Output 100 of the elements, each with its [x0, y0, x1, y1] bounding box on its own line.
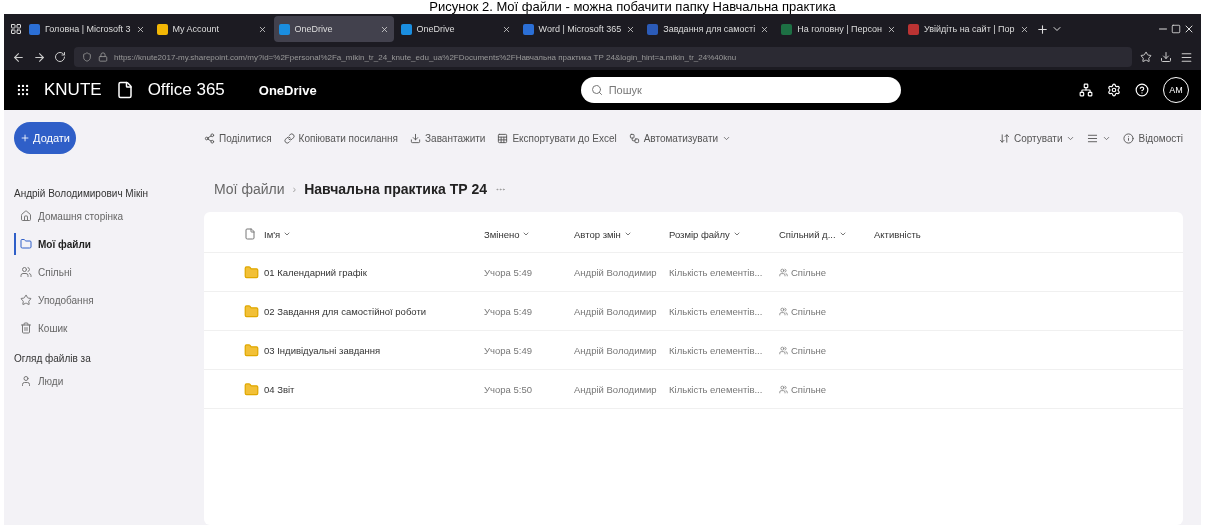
folder-icon — [244, 264, 259, 280]
new-button[interactable]: Додати — [14, 122, 76, 154]
shield-icon[interactable] — [82, 52, 92, 62]
tab-favicon-icon — [908, 23, 920, 35]
close-icon[interactable] — [135, 24, 145, 34]
org-logo-text: KNUTE — [44, 80, 102, 100]
download-icon — [410, 132, 422, 144]
table-cell-text: Кількість елементів... — [669, 383, 764, 395]
table-cell-text: Андрій Володимир — [574, 344, 658, 356]
table-cell-text: Кількість елементів... — [669, 305, 764, 317]
forward-icon[interactable] — [33, 50, 46, 64]
people-icon — [779, 306, 788, 316]
new-tab-icon[interactable] — [1035, 22, 1049, 36]
tab-favicon-icon — [647, 23, 659, 35]
close-icon[interactable] — [887, 24, 897, 34]
browser-tab[interactable]: OneDrive — [395, 16, 516, 42]
breadcrumb-link[interactable]: Навчальна практика ТР 24 — [304, 181, 487, 197]
close-icon[interactable] — [501, 24, 511, 34]
table-cell-text: Учора 5:49 — [484, 305, 533, 317]
help-icon[interactable] — [1135, 83, 1149, 97]
table-cell-text: Учора 5:49 — [484, 266, 533, 278]
close-icon[interactable] — [1183, 23, 1195, 35]
people-icon — [20, 266, 32, 278]
view-options-button[interactable] — [1087, 132, 1112, 144]
app-launcher-icon[interactable] — [16, 83, 30, 97]
chevron-down-icon — [522, 230, 531, 238]
chevron-down-icon — [283, 230, 292, 238]
command-button[interactable]: Експортувати до Excel — [497, 132, 617, 144]
command-button[interactable]: Автоматизувати — [628, 132, 732, 144]
bookmark-star-icon[interactable] — [1140, 51, 1152, 63]
breadcrumb-link[interactable]: Мої файли — [214, 181, 285, 197]
table-cell-text: Кількість елементів... — [669, 266, 764, 278]
column-header[interactable]: Автор змін — [574, 228, 669, 240]
close-icon[interactable] — [626, 24, 636, 34]
person-icon — [20, 375, 32, 387]
menu-icon[interactable] — [1180, 50, 1193, 64]
product-name: Office 365 — [147, 80, 225, 100]
back-icon[interactable] — [12, 50, 25, 64]
people-icon — [779, 345, 788, 355]
command-button[interactable]: Поділитися — [204, 132, 272, 144]
chevron-down-icon — [838, 230, 847, 238]
nav-item[interactable]: Люди — [14, 370, 194, 392]
share-icon — [204, 132, 215, 144]
search-field[interactable]: Пошук — [580, 77, 901, 103]
command-button[interactable]: Завантажити — [410, 132, 486, 144]
maximize-icon[interactable] — [1171, 24, 1181, 34]
chevron-down-icon — [732, 230, 741, 238]
search-icon — [590, 84, 603, 96]
file-type-icon — [244, 228, 256, 240]
column-header[interactable]: Змінено — [484, 228, 574, 240]
sharing-status: Спільне — [779, 383, 874, 395]
chevron-down-icon — [623, 230, 632, 238]
settings-icon[interactable] — [1107, 83, 1121, 97]
download-icon[interactable] — [1160, 51, 1172, 63]
browser-tab[interactable]: Завдання для самості — [642, 16, 775, 42]
file-name[interactable]: 04 Звіт — [264, 383, 484, 395]
lock-icon[interactable] — [98, 52, 108, 62]
command-button[interactable]: Копіювати посилання — [283, 132, 399, 144]
sharing-status: Спільне — [779, 305, 874, 317]
app-name[interactable]: OneDrive — [258, 82, 317, 98]
browser-tab[interactable]: Увійдіть на сайт | Пор — [903, 16, 1034, 42]
file-name[interactable]: 01 Календарний графік — [264, 266, 484, 278]
close-icon[interactable] — [1019, 24, 1029, 34]
file-name[interactable]: 02 Завдання для самостійної роботи — [264, 305, 484, 317]
nav-item[interactable]: Спільні — [14, 261, 194, 283]
browser-tab[interactable]: Головна | Microsoft 3 — [24, 16, 150, 42]
view-icon — [1087, 132, 1099, 144]
file-name[interactable]: 03 Індивідуальні завдання — [264, 344, 484, 356]
tab-favicon-icon — [781, 23, 793, 35]
close-icon[interactable] — [760, 24, 770, 34]
browser-tab[interactable]: OneDrive — [273, 16, 394, 42]
command-button[interactable]: Відомості — [1123, 132, 1183, 144]
nav-item[interactable]: Мої файли — [14, 233, 194, 255]
table-cell-text: Андрій Володимир — [574, 305, 658, 317]
tab-favicon-icon — [400, 23, 412, 35]
command-button[interactable]: Сортувати — [998, 132, 1076, 144]
browser-tab[interactable]: My Account — [151, 16, 272, 42]
nav-item[interactable]: Кошик — [14, 317, 194, 339]
browser-tab[interactable]: На головну | Персон — [776, 16, 902, 42]
info-icon — [1123, 132, 1135, 144]
nav-item[interactable]: Уподобання — [14, 289, 194, 311]
tab-favicon-icon — [156, 23, 168, 35]
browser-tab[interactable]: Word | Microsoft 365 — [517, 16, 641, 42]
folder-icon — [20, 238, 32, 250]
address-bar[interactable]: https://knute2017-my.sharepoint.com/my?id=%2Fpersonal%2Fa_mikin_tr_24_knute_edu_ua%2FDocuments%2FНавчальна практика ТР 24&login_hint=a.mikin_tr_24%40knu — [74, 47, 1132, 67]
home-icon — [20, 210, 32, 222]
tab-list-icon[interactable] — [10, 23, 22, 35]
flow-icon — [628, 132, 640, 144]
sort-icon — [998, 132, 1010, 144]
network-icon[interactable] — [1079, 83, 1093, 97]
nav-item[interactable]: Домашня сторінка — [14, 205, 194, 227]
tab-favicon-icon — [29, 23, 40, 35]
close-icon[interactable] — [257, 24, 267, 34]
column-header[interactable]: Розмір файлу — [669, 228, 779, 240]
reload-icon[interactable] — [54, 51, 66, 63]
column-header[interactable]: Спільний д... — [779, 228, 874, 240]
plus-icon — [20, 132, 31, 144]
tab-favicon-icon — [278, 23, 290, 35]
column-header[interactable]: Активність — [874, 228, 964, 240]
column-header[interactable]: Ім'я — [264, 228, 484, 240]
